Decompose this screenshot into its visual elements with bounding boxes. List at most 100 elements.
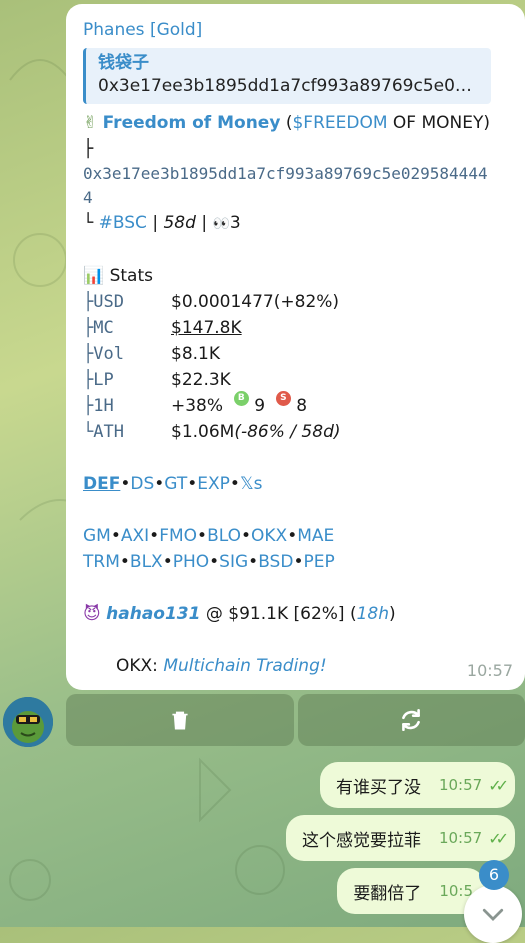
stat-value: +38% [171,393,223,419]
link-separator: • [248,552,258,572]
caller-time-link[interactable]: 18h [357,604,389,624]
message-text: 这个感觉要拉菲 [302,826,421,851]
bar-chart-icon: 📊 [83,266,104,286]
message-time: 10:57 [439,776,482,794]
message-time: 10:57 [467,661,513,680]
stat-value: $22.3K [171,367,231,393]
delete-button[interactable] [66,694,294,746]
caller-end: ) [389,604,396,624]
okx-promo-line: OKX: Multichain Trading! [83,653,511,679]
link-exp[interactable]: EXP [197,474,230,494]
message-text: 要翻倍了 [353,879,421,904]
outgoing-message[interactable]: 要翻倍了 10:5 [337,868,485,914]
link-axi[interactable]: AXI [121,526,149,546]
message-time: 10:57 [439,829,482,847]
link-row-1: DEF•DS•GT•EXP•𝕏s [83,471,511,497]
tree-end: └ [83,213,93,233]
token-name-link[interactable]: Freedom of Money [103,113,281,133]
chain-tag-link[interactable]: #BSC [99,213,147,233]
stat-row-mc: ├MC $147.8K [83,315,511,341]
stat-row-ath: └ATH $1.06M (-86% / 58d) [83,419,511,445]
bot-avatar[interactable] [3,697,53,747]
link-blx[interactable]: BLX [130,552,163,572]
link-bsd[interactable]: BSD [258,552,293,572]
stat-extra: (-86% / 58d) [234,419,340,445]
buy-dot-icon: B [234,391,249,406]
link-separator: • [241,526,251,546]
link-separator: • [293,552,303,572]
token-paren-open: ( [280,113,292,133]
link-gm[interactable]: GM [83,526,111,546]
link-def[interactable]: DEF [83,474,120,494]
stat-row-usd: ├USD $0.0001477 (+82%) [83,289,511,315]
contract-address[interactable]: 0x3e17ee3b1895dd1a7cf993a89769c5e0295844… [83,162,493,210]
separator: | [147,213,164,233]
link-fmo[interactable]: FMO [159,526,197,546]
stat-value: $1.06M [171,419,234,445]
message-text: 有谁买了没 [336,773,421,798]
caller-line: 😈 hahao131 @ $91.1K [62%] (18h) [83,601,511,627]
scroll-down-button[interactable] [464,885,522,943]
devil-icon: 😈 [83,604,101,624]
link-pep[interactable]: PEP [303,552,334,572]
stat-key: ├USD [83,289,171,315]
link-pho[interactable]: PHO [173,552,209,572]
link-separator: • [120,552,130,572]
link-separator: • [197,526,207,546]
double-check-icon: ✓✓ [488,776,503,795]
okx-label: OKX: [116,656,163,676]
link-blo[interactable]: BLO [207,526,241,546]
okx-promo-link[interactable]: Multichain Trading! [163,656,326,676]
unread-count-badge: 6 [479,860,509,890]
link-ds[interactable]: DS [130,474,154,494]
sell-count: 8 [296,393,307,419]
link-row-2: GM•AXI•FMO•BLO•OKX•MAE [83,523,511,549]
quote-text: 0x3e17ee3b1895dd1a7cf993a89769c5e0295844 [98,74,481,98]
link-separator: • [149,526,159,546]
link-sig[interactable]: SIG [219,552,248,572]
outgoing-message[interactable]: 有谁买了没 10:57 ✓✓ [320,762,515,808]
link-separator: • [120,474,130,494]
link-separator: • [154,474,164,494]
eyes-count: 3 [230,213,241,233]
caller-stats: @ $91.1K [62%] ( [200,604,356,624]
stat-key: └ATH [83,419,171,445]
stats-title: Stats [110,266,153,286]
bot-message-bubble: Phanes [Gold] 钱袋子 0x3e17ee3b1895dd1a7cf9… [66,4,525,690]
link-xs[interactable]: 𝕏s [240,474,263,494]
caller-link[interactable]: hahao131 [106,604,200,624]
stat-key: ├1H [83,393,171,419]
stat-value: $8.1K [171,341,220,367]
stat-extra: (+82%) [274,289,339,315]
token-symbol-link[interactable]: $FREEDOM [292,113,387,133]
outgoing-message[interactable]: 这个感觉要拉菲 10:57 ✓✓ [286,815,515,861]
sell-dot-icon: S [276,391,291,406]
refresh-icon [398,707,424,733]
link-trm[interactable]: TRM [83,552,120,572]
stat-key: ├MC [83,315,171,341]
stats-heading: 📊 Stats [83,263,511,289]
eyes-icon: 👀 [212,216,229,232]
sender-name[interactable]: Phanes [Gold] [83,18,511,42]
tree-branch: ├ [83,136,511,162]
stat-value-link[interactable]: $147.8K [171,315,242,341]
inline-keyboard [66,694,525,746]
chevron-down-icon [478,899,508,929]
link-separator: • [111,526,121,546]
link-okx[interactable]: OKX [251,526,287,546]
token-age: 58d [163,213,195,233]
trash-icon [167,707,193,733]
link-mae[interactable]: MAE [297,526,334,546]
quote-title: 钱袋子 [98,52,481,74]
reply-quote[interactable]: 钱袋子 0x3e17ee3b1895dd1a7cf993a89769c5e029… [83,48,491,104]
link-gt[interactable]: GT [164,474,187,494]
link-separator: • [230,474,240,494]
refresh-button[interactable] [298,694,525,746]
link-row-3: TRM•BLX•PHO•SIG•BSD•PEP [83,549,511,575]
stat-key: ├Vol [83,341,171,367]
stat-value: $0.0001477 [171,289,274,315]
token-line: ✌ Freedom of Money ($FREEDOM OF MONEY) [83,110,511,136]
double-check-icon: ✓✓ [488,829,503,848]
link-separator: • [209,552,219,572]
stat-row-vol: ├Vol $8.1K [83,341,511,367]
